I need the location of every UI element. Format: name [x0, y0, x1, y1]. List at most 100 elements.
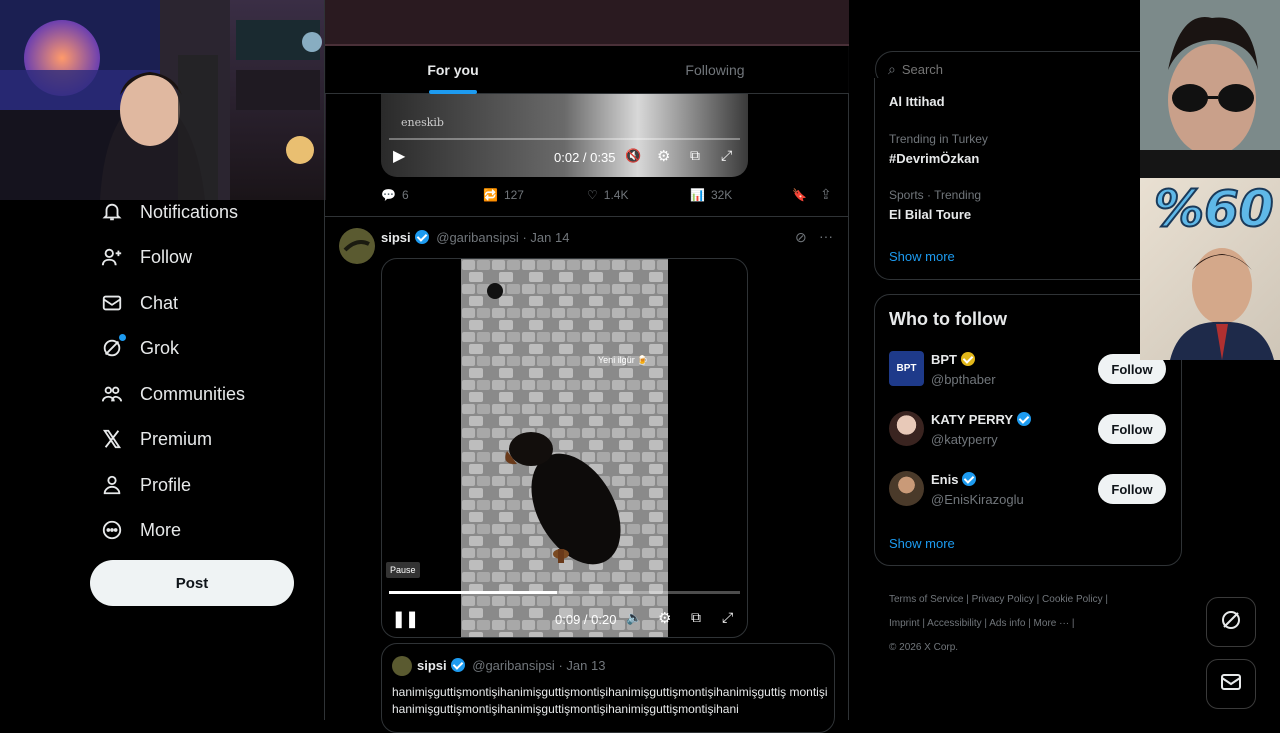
nav-chat[interactable]: Chat [100, 283, 178, 323]
views-action[interactable]: 📊 32K [690, 188, 732, 202]
quote-header: sipsi @garibansipsi · Jan 13 [417, 658, 605, 673]
repost-action[interactable]: 🔁 127 [483, 188, 524, 202]
follow-button[interactable]: Follow [1098, 474, 1166, 504]
nav-label: Grok [140, 337, 180, 358]
grok-icon[interactable]: ⊘ [795, 229, 807, 246]
pause-tooltip: Pause [386, 562, 420, 578]
account-info[interactable]: Enis @EnisKirazoglu [931, 472, 1024, 507]
like-action[interactable]: ♡ 1.4K [587, 188, 628, 202]
search-input[interactable] [901, 61, 1122, 77]
overlay-percent-panel: %60 [1140, 178, 1280, 360]
tweet-2-header: sipsi @garibansipsi · Jan 14 [381, 230, 569, 245]
mute-icon[interactable]: 🔇 [625, 148, 641, 164]
trend-item[interactable]: Al Ittihad [889, 94, 945, 109]
reply-count: 6 [401, 188, 409, 202]
avatar-image [339, 228, 375, 264]
account-name: Enis [931, 472, 959, 487]
top-banner [325, 0, 849, 46]
nav-label: Profile [140, 474, 192, 495]
share-icon[interactable]: ⇪ [820, 186, 832, 203]
tweet-date[interactable]: · Jan 14 [522, 230, 569, 245]
trend-title: El Bilal Toure [889, 207, 972, 222]
more-options-icon[interactable]: ··· [819, 228, 833, 244]
gold-badge-icon [961, 352, 975, 366]
verified-badge-icon [414, 230, 429, 244]
settings-icon[interactable]: ⚙ [658, 609, 671, 627]
who-to-follow-show-more[interactable]: Show more [889, 536, 955, 551]
trends-panel: Al Ittihad Trending in Turkey #DevrimÖzk… [874, 78, 1182, 280]
footer-link[interactable]: Accessibility [927, 618, 981, 629]
tweet-divider [325, 216, 849, 217]
messages-floating-button[interactable] [1206, 659, 1256, 709]
nav-follow[interactable]: Follow [100, 237, 192, 277]
nav-notifications[interactable]: Notifications [100, 192, 238, 232]
settings-icon[interactable]: ⚙ [657, 147, 670, 165]
trend-title: Al Ittihad [889, 94, 945, 109]
author-name: sipsi [417, 658, 447, 673]
fullscreen-icon[interactable]: ⤢ [721, 147, 732, 164]
person-icon [100, 473, 124, 497]
author-handle: @garibansipsi [472, 658, 555, 673]
avatar[interactable] [339, 228, 375, 264]
avatar-katyperry[interactable] [889, 411, 924, 446]
footer-link[interactable]: More ··· [1034, 618, 1070, 629]
nav-label: More [140, 519, 182, 540]
pip-icon[interactable]: ⧉ [690, 147, 700, 164]
tab-label: Following [685, 62, 745, 78]
volume-icon[interactable]: 🔈 [626, 610, 642, 626]
video-progress-track[interactable] [389, 138, 740, 140]
guest-video [1140, 0, 1280, 178]
footer-link[interactable]: Imprint [889, 618, 920, 629]
nav-communities[interactable]: Communities [100, 374, 245, 414]
video-progress-track[interactable] [389, 591, 740, 594]
tab-for-you[interactable]: For you [325, 46, 581, 94]
footer-link[interactable]: Privacy Policy [972, 594, 1034, 605]
trend-category: Trending in Turkey [889, 132, 988, 146]
fullscreen-icon[interactable]: ⤢ [722, 609, 733, 626]
grok-icon [1219, 608, 1243, 637]
pause-icon[interactable]: ❚❚ [392, 609, 419, 629]
reply-action[interactable]: 💬 6 [381, 188, 409, 202]
author-name[interactable]: sipsi [381, 230, 411, 245]
repost-count: 127 [503, 188, 524, 202]
nav-grok[interactable]: Grok [100, 328, 179, 368]
pip-icon[interactable]: ⧉ [691, 609, 701, 626]
bell-icon [100, 200, 124, 224]
author-handle[interactable]: @garibansipsi [436, 230, 519, 245]
tab-following[interactable]: Following [581, 46, 849, 94]
footer-link[interactable]: Terms of Service [889, 594, 963, 605]
nav-label: Premium [140, 428, 213, 449]
tweet-date: · Jan 13 [558, 658, 606, 673]
post-button[interactable]: Post [90, 560, 294, 606]
video-progress-fill [389, 591, 558, 594]
trend-item[interactable]: Sports · Trending El Bilal Toure [889, 188, 981, 222]
trends-show-more[interactable]: Show more [889, 249, 955, 264]
nav-profile[interactable]: Profile [100, 465, 191, 505]
grok-icon [100, 334, 126, 360]
nav-label: Chat [140, 292, 179, 313]
repost-icon: 🔁 [483, 188, 498, 202]
avatar-bpt[interactable]: BPT [889, 351, 924, 386]
tweet-1-video[interactable]: eneskib ▶ 0:02 / 0:35 🔇 ⚙ ⧉ ⤢ [381, 94, 748, 177]
play-icon[interactable]: ▶ [393, 146, 405, 166]
nav-premium[interactable]: Premium [100, 419, 212, 459]
footer-link[interactable]: Cookie Policy [1042, 594, 1103, 605]
bookmark-icon[interactable]: 🔖 [792, 188, 807, 202]
person-add-icon [100, 245, 124, 269]
account-name: BPT [931, 352, 957, 367]
timeline-column: For you Following eneskib ▶ 0:02 / 0:35 … [324, 0, 849, 733]
envelope-icon [100, 291, 124, 315]
footer-link[interactable]: Ads info [989, 618, 1025, 629]
trend-item[interactable]: Trending in Turkey #DevrimÖzkan [889, 132, 988, 166]
grok-floating-button[interactable] [1206, 597, 1256, 647]
account-name: KATY PERRY [931, 412, 1014, 427]
tab-label: For you [427, 62, 479, 78]
follow-button[interactable]: Follow [1098, 414, 1166, 444]
tweet-2-video[interactable]: Yeni ilgür 🍺 Pause ❚❚ 0:09 / 0:20 🔈 ⚙ ⧉ … [381, 258, 748, 638]
nav-more[interactable]: More [100, 510, 181, 550]
avatar-enis[interactable] [889, 471, 924, 506]
video-caption: Yeni ilgür 🍺 [598, 355, 649, 365]
account-info[interactable]: BPT @bpthaber [931, 352, 996, 387]
avatar [392, 656, 412, 676]
account-info[interactable]: KATY PERRY @katyperry [931, 412, 1032, 447]
